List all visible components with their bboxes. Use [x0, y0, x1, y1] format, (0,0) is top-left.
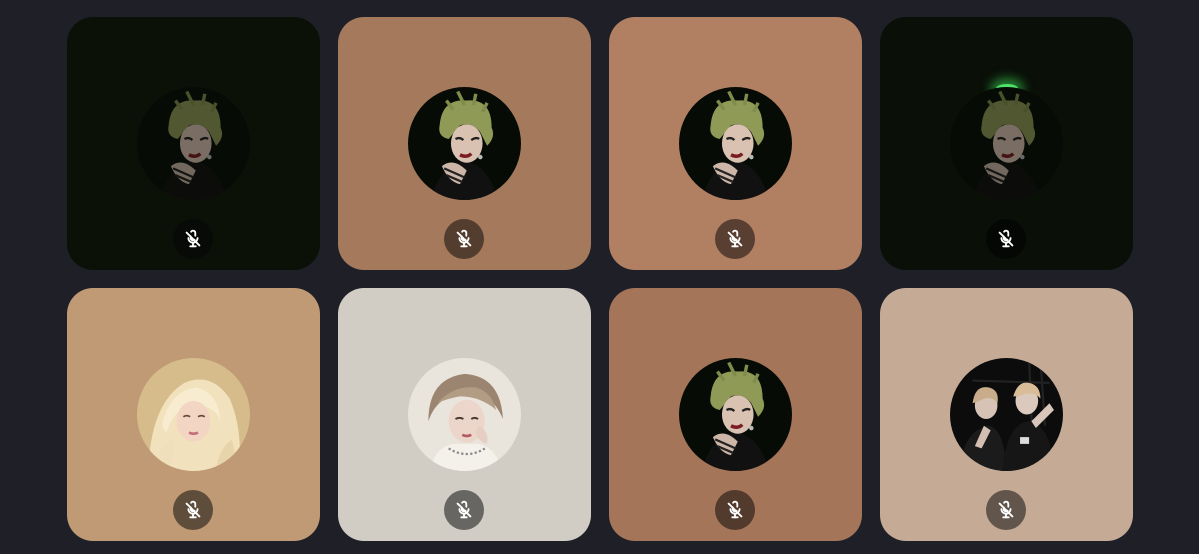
video-call-grid [0, 0, 1199, 554]
microphone-off-icon [995, 228, 1017, 250]
microphone-off-icon [453, 228, 475, 250]
mute-toggle-button[interactable] [715, 490, 755, 530]
participant-avatar [408, 87, 521, 200]
participant-avatar [137, 87, 250, 200]
participant-avatar [137, 358, 250, 471]
mute-toggle-button[interactable] [715, 219, 755, 259]
microphone-off-icon [724, 499, 746, 521]
mute-toggle-button[interactable] [986, 219, 1026, 259]
mute-toggle-button[interactable] [173, 219, 213, 259]
mute-toggle-button[interactable] [173, 490, 213, 530]
participant-avatar [950, 358, 1063, 471]
participant-tile[interactable] [67, 288, 320, 541]
participant-avatar [679, 358, 792, 471]
participant-tile[interactable] [338, 288, 591, 541]
participant-grid [67, 17, 1133, 541]
microphone-off-icon [995, 499, 1017, 521]
participant-tile[interactable] [880, 17, 1133, 270]
participant-tile[interactable] [338, 17, 591, 270]
participant-avatar [679, 87, 792, 200]
microphone-off-icon [453, 499, 475, 521]
microphone-off-icon [724, 228, 746, 250]
mute-toggle-button[interactable] [444, 219, 484, 259]
participant-avatar [408, 358, 521, 471]
participant-tile[interactable] [67, 17, 320, 270]
microphone-off-icon [182, 499, 204, 521]
participant-avatar [950, 87, 1063, 200]
participant-tile[interactable] [609, 17, 862, 270]
mute-toggle-button[interactable] [444, 490, 484, 530]
participant-tile[interactable] [609, 288, 862, 541]
mute-toggle-button[interactable] [986, 490, 1026, 530]
microphone-off-icon [182, 228, 204, 250]
participant-tile[interactable] [880, 288, 1133, 541]
